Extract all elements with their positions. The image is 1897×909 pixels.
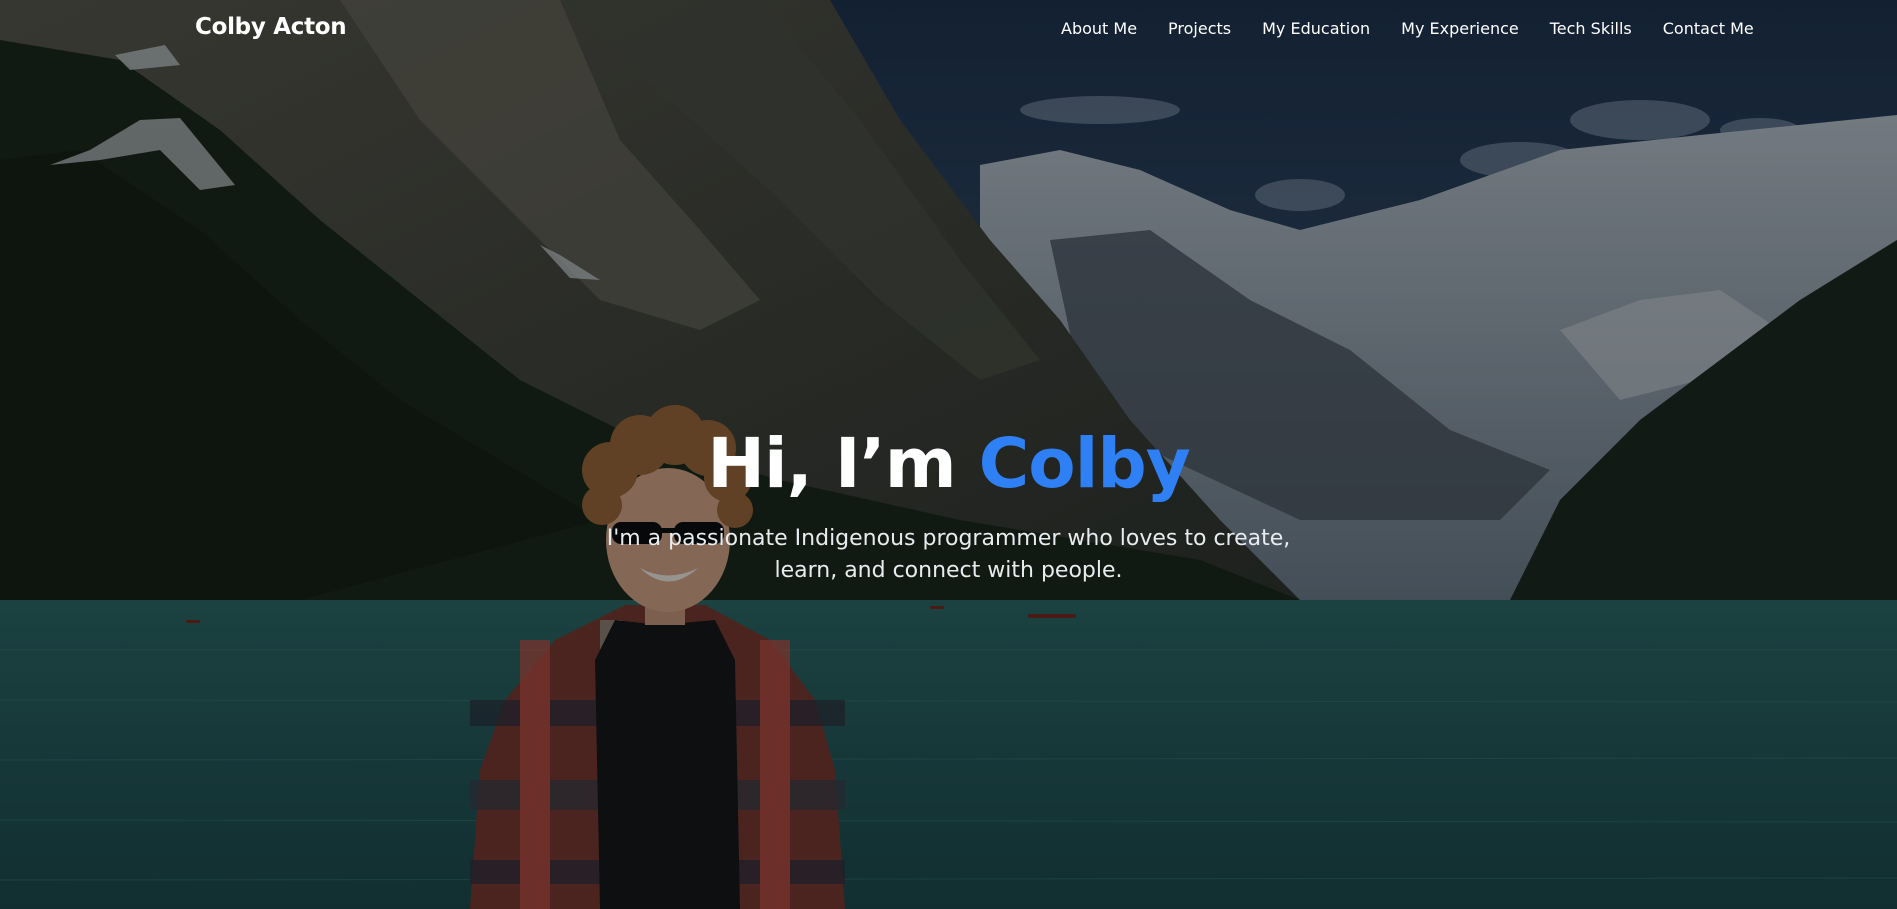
nav-links: About Me Projects My Education My Experi… [1061,19,1754,38]
nav-link-about-me[interactable]: About Me [1061,19,1137,38]
nav-link-my-education[interactable]: My Education [1262,19,1370,38]
hero-tagline-line2: learn, and connect with people. [774,558,1123,583]
hero-name-highlight: Colby [978,424,1191,504]
nav-link-tech-skills[interactable]: Tech Skills [1550,19,1632,38]
nav-link-my-experience[interactable]: My Experience [1401,19,1519,38]
hero-section: Colby Acton About Me Projects My Educati… [0,0,1897,909]
hero-greeting: Hi, I’m [707,424,979,504]
top-navigation: Colby Acton About Me Projects My Educati… [0,0,1897,60]
hero-headline: Hi, I’m Colby [0,422,1897,507]
hero-tagline-line1: I'm a passionate Indigenous programmer w… [606,526,1291,551]
hero-tagline: I'm a passionate Indigenous programmer w… [0,523,1897,587]
nav-link-contact-me[interactable]: Contact Me [1663,19,1754,38]
nav-link-projects[interactable]: Projects [1168,19,1231,38]
brand-logo-link[interactable]: Colby Acton [195,14,347,40]
